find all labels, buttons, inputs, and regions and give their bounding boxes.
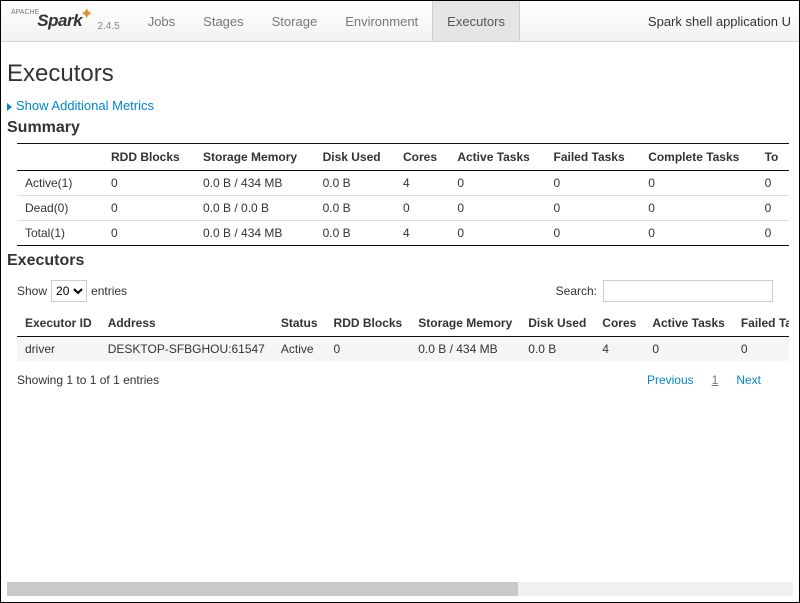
summary-cell: 0.0 B / 0.0 B — [195, 196, 315, 221]
exec-cell: DESKTOP-SFBGHOU:61547 — [100, 337, 273, 362]
tab-storage[interactable]: Storage — [258, 1, 332, 41]
entries-select[interactable]: 20 — [51, 280, 87, 302]
summary-row: Dead(0)00.0 B / 0.0 B0.0 B00000 — [17, 196, 789, 221]
summary-cell: 0.0 B — [315, 221, 395, 246]
spark-version: 2.4.5 — [97, 21, 119, 32]
showing-info: Showing 1 to 1 of 1 entries — [17, 373, 159, 387]
summary-row: Active(1)00.0 B / 434 MB0.0 B40000 — [17, 171, 789, 196]
summary-row-label: Active(1) — [17, 171, 103, 196]
summary-header[interactable]: Complete Tasks — [640, 144, 756, 171]
exec-header[interactable]: Status — [273, 310, 326, 337]
content: Executors Show Additional Metrics Summar… — [1, 42, 799, 387]
entries-label: entries — [91, 284, 127, 298]
tab-executors[interactable]: Executors — [432, 1, 520, 41]
exec-header[interactable]: Failed Tasks — [733, 310, 789, 337]
summary-cell: 4 — [395, 221, 449, 246]
exec-cell: 4 — [594, 337, 644, 362]
exec-cell: Active — [273, 337, 326, 362]
executors-table: Executor ID Address Status RDD Blocks St… — [17, 310, 789, 361]
logo-apache: APACHE — [11, 9, 39, 16]
summary-header[interactable]: RDD Blocks — [103, 144, 195, 171]
summary-cell: 0 — [449, 196, 545, 221]
pager-next[interactable]: Next — [736, 373, 761, 387]
summary-cell: 0 — [640, 171, 756, 196]
summary-cell: 0.0 B — [315, 171, 395, 196]
exec-cell: 0 — [326, 337, 411, 362]
scrollbar-thumb[interactable] — [7, 582, 518, 596]
exec-cell: 0 — [733, 337, 789, 362]
app-name: Spark shell application U — [648, 14, 791, 29]
exec-header[interactable]: RDD Blocks — [326, 310, 411, 337]
summary-header[interactable]: Disk Used — [315, 144, 395, 171]
exec-header[interactable]: Executor ID — [17, 310, 100, 337]
table-footer: Showing 1 to 1 of 1 entries Previous 1 N… — [17, 373, 789, 387]
summary-title: Summary — [7, 119, 789, 137]
tab-jobs[interactable]: Jobs — [134, 1, 189, 41]
search-input[interactable] — [603, 280, 773, 302]
search-label: Search: — [556, 284, 597, 298]
summary-cell: 0 — [640, 196, 756, 221]
summary-cell: 0 — [757, 171, 789, 196]
nav-tabs: Jobs Stages Storage Environment Executor… — [134, 1, 520, 41]
exec-cell: driver — [17, 337, 100, 362]
pager-prev[interactable]: Previous — [647, 373, 694, 387]
page-title: Executors — [7, 60, 789, 88]
summary-cell: 0 — [395, 196, 449, 221]
logo-name: Spark — [37, 11, 82, 31]
summary-row-label: Dead(0) — [17, 196, 103, 221]
summary-header[interactable]: Active Tasks — [449, 144, 545, 171]
tab-stages[interactable]: Stages — [189, 1, 257, 41]
metrics-link-text: Show Additional Metrics — [16, 98, 154, 113]
caret-right-icon — [7, 103, 12, 111]
exec-cell: 0.0 B / 434 MB — [410, 337, 520, 362]
horizontal-scrollbar[interactable] — [7, 582, 793, 596]
summary-cell: 0 — [546, 196, 641, 221]
summary-cell: 0.0 B — [315, 196, 395, 221]
summary-header-blank — [17, 144, 103, 171]
summary-row: Total(1)00.0 B / 434 MB0.0 B40000 — [17, 221, 789, 246]
summary-table: RDD Blocks Storage Memory Disk Used Core… — [17, 143, 789, 246]
exec-header-row: Executor ID Address Status RDD Blocks St… — [17, 310, 789, 337]
summary-cell: 0 — [546, 221, 641, 246]
summary-header[interactable]: Failed Tasks — [546, 144, 641, 171]
summary-header-row: RDD Blocks Storage Memory Disk Used Core… — [17, 144, 789, 171]
summary-header[interactable]: Cores — [395, 144, 449, 171]
summary-cell: 0 — [757, 196, 789, 221]
summary-cell: 0 — [103, 221, 195, 246]
summary-cell: 0 — [546, 171, 641, 196]
exec-cell: 0 — [644, 337, 733, 362]
summary-cell: 0 — [103, 171, 195, 196]
exec-header[interactable]: Cores — [594, 310, 644, 337]
summary-row-label: Total(1) — [17, 221, 103, 246]
exec-cell: 0.0 B — [520, 337, 594, 362]
summary-cell: 0.0 B / 434 MB — [195, 171, 315, 196]
summary-cell: 0 — [757, 221, 789, 246]
table-controls: Show 20 entries Search: — [17, 280, 789, 302]
logo-star-icon: ✦ — [80, 4, 93, 24]
summary-cell: 4 — [395, 171, 449, 196]
summary-header[interactable]: To — [757, 144, 789, 171]
spark-logo[interactable]: APACHE Spark ✦ 2.4.5 — [9, 11, 120, 31]
pager: Previous 1 Next — [647, 373, 761, 387]
exec-header[interactable]: Disk Used — [520, 310, 594, 337]
show-additional-metrics-link[interactable]: Show Additional Metrics — [7, 98, 789, 113]
tab-environment[interactable]: Environment — [331, 1, 432, 41]
summary-cell: 0 — [449, 171, 545, 196]
summary-header[interactable]: Storage Memory — [195, 144, 315, 171]
executors-title: Executors — [7, 252, 789, 270]
navbar: APACHE Spark ✦ 2.4.5 Jobs Stages Storage… — [1, 1, 799, 42]
exec-header[interactable]: Active Tasks — [644, 310, 733, 337]
exec-header[interactable]: Address — [100, 310, 273, 337]
summary-cell: 0.0 B / 434 MB — [195, 221, 315, 246]
pager-page-1[interactable]: 1 — [712, 373, 719, 387]
show-label: Show — [17, 284, 47, 298]
summary-cell: 0 — [449, 221, 545, 246]
summary-cell: 0 — [103, 196, 195, 221]
exec-header[interactable]: Storage Memory — [410, 310, 520, 337]
exec-row[interactable]: driverDESKTOP-SFBGHOU:61547Active00.0 B … — [17, 337, 789, 362]
summary-cell: 0 — [640, 221, 756, 246]
